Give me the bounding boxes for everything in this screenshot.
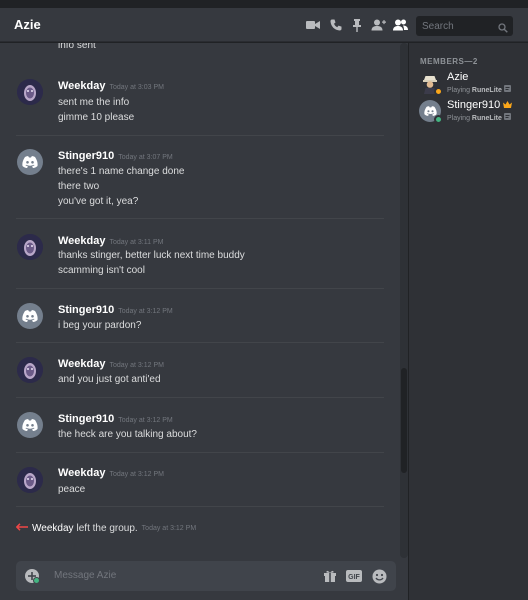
member-list: MEMBERS—2 Azie Playing RuneLite Stinger9… xyxy=(409,43,528,600)
message-divider xyxy=(16,288,384,289)
message-author[interactable]: Weekday Today at 3:12 PM xyxy=(58,358,164,370)
message-line: sent me the info xyxy=(58,97,130,108)
chat-scrollbar[interactable] xyxy=(400,43,408,558)
member-activity: Playing RuneLite xyxy=(447,113,511,122)
message-timestamp: Today at 3:12 PM xyxy=(118,308,173,315)
weekday-avatar[interactable] xyxy=(17,467,43,493)
stinger910-avatar[interactable] xyxy=(17,412,43,438)
message-line: gimme 10 please xyxy=(58,112,135,123)
message-composer[interactable]: Message Azie GIF xyxy=(16,561,396,591)
message-timestamp: Today at 3:12 PM xyxy=(141,525,197,532)
chat-area[interactable]: info sent Weekday Today at 3:03 PM sent m… xyxy=(0,43,408,600)
add-friend-to-dm-icon[interactable] xyxy=(370,17,386,33)
search-input[interactable]: Search xyxy=(416,16,513,36)
system-message-text: left the group. xyxy=(76,523,138,534)
message-divider xyxy=(16,506,384,507)
message-divider xyxy=(16,452,384,453)
message-author[interactable]: Stinger910 Today at 3:07 PM xyxy=(58,150,173,162)
message-line: you've got it, yea? xyxy=(58,196,139,207)
weekday-avatar[interactable] xyxy=(17,357,43,383)
emoji-icon[interactable] xyxy=(371,568,387,584)
message-line: there's 1 name change done xyxy=(58,166,185,177)
rich-presence-icon xyxy=(503,113,511,122)
member-list-icon[interactable] xyxy=(392,17,408,33)
search-placeholder: Search xyxy=(422,20,454,32)
member-name: Stinger910 xyxy=(447,99,513,111)
voice-call-icon[interactable] xyxy=(328,17,344,33)
stinger910-avatar[interactable] xyxy=(17,149,43,175)
message-line: info sent xyxy=(58,43,96,51)
message-timestamp: Today at 3:07 PM xyxy=(118,154,173,161)
message-timestamp: Today at 3:12 PM xyxy=(109,362,164,369)
message-divider xyxy=(16,218,384,219)
message-line: there two xyxy=(58,181,100,192)
gift-icon[interactable] xyxy=(322,568,338,584)
idle-status-icon xyxy=(434,87,443,96)
search-icon xyxy=(498,20,508,38)
pinned-messages-icon[interactable] xyxy=(349,17,365,33)
message-divider xyxy=(16,397,384,398)
system-leave-message: Weekday left the group. Today at 3:12 PM xyxy=(15,523,197,534)
channel-header: Azie Search xyxy=(0,8,528,42)
crown-icon xyxy=(503,99,513,111)
message-line: scamming isn't cool xyxy=(58,265,145,276)
leave-arrow-icon xyxy=(15,523,28,534)
message-timestamp: Today at 3:12 PM xyxy=(118,417,173,424)
message-timestamp: Today at 3:12 PM xyxy=(109,471,164,478)
stinger910-avatar[interactable] xyxy=(17,303,43,329)
member-name: Azie xyxy=(447,71,469,83)
message-author[interactable]: Weekday Today at 3:11 PM xyxy=(58,235,163,247)
attach-upload-icon[interactable] xyxy=(24,568,40,584)
weekday-avatar[interactable] xyxy=(17,79,43,105)
chat-scrollbar-thumb[interactable] xyxy=(401,368,407,473)
window-top-strip xyxy=(0,0,528,8)
member-list-heading: MEMBERS—2 xyxy=(420,57,478,66)
message-timestamp: Today at 3:11 PM xyxy=(109,239,164,246)
rich-presence-icon xyxy=(503,85,511,94)
member-activity: Playing RuneLite xyxy=(447,85,511,94)
member-item-stinger910[interactable]: Stinger910 Playing RuneLite xyxy=(417,99,525,124)
dm-title: Azie xyxy=(14,17,41,32)
message-author[interactable]: Weekday Today at 3:03 PM xyxy=(58,80,164,92)
message-line: thanks stinger, better luck next time bu… xyxy=(58,250,245,261)
message-line: the heck are you talking about? xyxy=(58,429,197,440)
weekday-avatar[interactable] xyxy=(17,234,43,260)
message-timestamp: Today at 3:03 PM xyxy=(109,84,164,91)
gif-icon[interactable]: GIF xyxy=(346,568,362,584)
message-author[interactable]: Weekday Today at 3:12 PM xyxy=(58,467,164,479)
message-line: i beg your pardon? xyxy=(58,320,142,331)
system-message-user[interactable]: Weekday xyxy=(32,523,74,534)
video-call-icon[interactable] xyxy=(305,17,321,33)
message-divider xyxy=(16,342,384,343)
online-status-icon xyxy=(434,115,443,124)
message-line: and you just got anti'ed xyxy=(58,374,161,385)
message-line: peace xyxy=(58,484,86,495)
message-divider xyxy=(16,135,384,136)
message-input[interactable]: Message Azie xyxy=(54,570,116,581)
message-author[interactable]: Stinger910 Today at 3:12 PM xyxy=(58,413,173,425)
member-item-azie[interactable]: Azie Playing RuneLite xyxy=(417,71,525,96)
svg-text:GIF: GIF xyxy=(348,574,360,581)
message-author[interactable]: Stinger910 Today at 3:12 PM xyxy=(58,304,173,316)
